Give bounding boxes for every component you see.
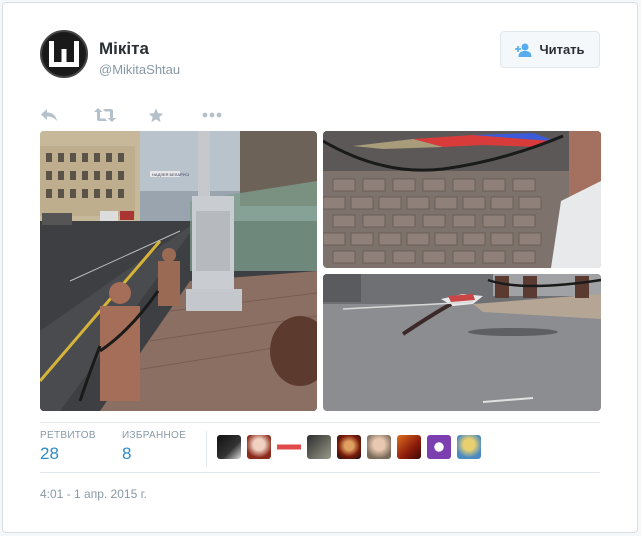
media-image-flag-asphalt[interactable]: [323, 274, 601, 411]
favorites-label: ИЗБРАННОЕ: [122, 430, 187, 441]
flag-on-asphalt-photo: [323, 274, 601, 411]
media-image-street[interactable]: НАДЗЕЯ БЕЛАРУСІ: [40, 131, 317, 411]
retweets-label: РЕТВИТОВ: [40, 430, 96, 441]
user-handle[interactable]: @MikitaShtau: [99, 62, 180, 77]
tweet-timestamp[interactable]: 4:01 - 1 апр. 2015 г.: [40, 487, 147, 501]
user-avatar-thumb[interactable]: [217, 435, 241, 459]
add-user-icon: [515, 43, 532, 57]
reply-icon: [41, 109, 57, 121]
favorites-count: 8: [122, 444, 132, 463]
user-avatar-thumb[interactable]: [337, 435, 361, 459]
street-photo: НАДЗЕЯ БЕЛАРУСІ: [40, 131, 317, 411]
stats-divider: [206, 431, 207, 467]
tweet-actions: [40, 104, 256, 126]
reply-button[interactable]: [40, 104, 94, 126]
more-button[interactable]: [202, 104, 256, 126]
user-avatar-thumb[interactable]: [367, 435, 391, 459]
flag-on-pavement-photo: [323, 131, 601, 268]
user-avatar-thumb[interactable]: [247, 435, 271, 459]
user-avatar[interactable]: [40, 30, 88, 78]
favorite-icon: [148, 108, 164, 122]
tweet-stats: РЕТВИТОВ 28 ИЗБРАННОЕ 8: [40, 422, 600, 473]
retweets-stat[interactable]: РЕТВИТОВ 28: [40, 430, 96, 464]
favorites-stat[interactable]: ИЗБРАННОЕ 8: [122, 430, 186, 464]
user-avatar-thumb[interactable]: [277, 435, 301, 459]
logo-icon: [49, 41, 79, 67]
favorite-button[interactable]: [148, 104, 202, 126]
tweet-header: Мікіта @MikitaShtau Читать: [40, 30, 600, 84]
retweet-button[interactable]: [94, 104, 148, 126]
retweets-count: 28: [40, 444, 59, 463]
follow-button-label: Читать: [539, 42, 585, 57]
retweet-icon: [94, 108, 116, 122]
favoriters-avatars: [217, 435, 481, 459]
user-name[interactable]: Мікіта: [99, 39, 149, 59]
user-avatar-thumb[interactable]: [457, 435, 481, 459]
user-avatar-thumb[interactable]: [427, 435, 451, 459]
sign-text: НАДЗЕЯ БЕЛАРУСІ: [152, 172, 189, 177]
tweet-media: НАДЗЕЯ БЕЛАРУСІ: [40, 131, 601, 411]
follow-button[interactable]: Читать: [500, 31, 600, 68]
user-avatar-thumb[interactable]: [307, 435, 331, 459]
more-icon: [202, 112, 222, 118]
media-image-flag-pavement[interactable]: [323, 131, 601, 268]
tweet-card: Мікіта @MikitaShtau Читать НАДЗЕЯ БЕЛАРУ…: [2, 2, 638, 533]
user-avatar-thumb[interactable]: [397, 435, 421, 459]
